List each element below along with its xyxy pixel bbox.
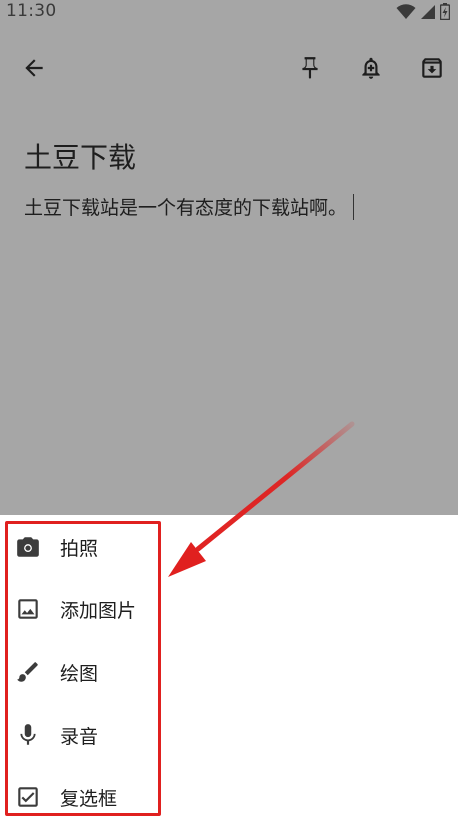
pin-button[interactable]	[294, 52, 326, 84]
back-button[interactable]	[18, 52, 50, 84]
menu-item-label: 添加图片	[60, 599, 137, 622]
wifi-icon	[396, 3, 416, 19]
menu-item-add-image[interactable]: 添加图片	[0, 579, 160, 639]
checkbox-icon	[15, 784, 41, 810]
microphone-icon	[15, 722, 41, 748]
menu-item-label: 绘图	[60, 662, 99, 685]
image-icon	[15, 596, 41, 622]
note-body[interactable]: 土豆下载站是一个有态度的下载站啊。	[24, 193, 355, 220]
dimmed-note-area[interactable]: 11:30 土豆下载 土豆下载站是一个有态度的下载站啊。	[0, 0, 458, 515]
brush-icon	[15, 659, 41, 685]
status-bar: 11:30	[0, 0, 458, 24]
menu-item-drawing[interactable]: 绘图	[0, 642, 160, 702]
menu-item-label: 拍照	[60, 537, 99, 560]
menu-item-checkbox[interactable]: 复选框	[0, 767, 160, 820]
note-title[interactable]: 土豆下载	[24, 136, 136, 176]
menu-item-recording[interactable]: 录音	[0, 705, 160, 765]
status-icons	[396, 3, 450, 20]
add-content-sheet: 拍照 添加图片 绘图 录音 复选框	[0, 515, 458, 820]
text-caret	[353, 193, 355, 220]
pin-icon	[302, 57, 318, 79]
reminder-button[interactable]	[355, 52, 387, 84]
add-reminder-icon	[362, 57, 380, 79]
battery-icon	[440, 3, 450, 20]
note-editor-screen: 11:30 土豆下载 土豆下载站是一个有态度的下载站啊。 拍照 添加图片 绘图 …	[0, 0, 458, 820]
menu-item-label: 录音	[60, 725, 99, 748]
arrow-back-icon	[25, 59, 43, 77]
note-body-text: 土豆下载站是一个有态度的下载站啊。	[24, 197, 348, 219]
archive-button[interactable]	[416, 52, 448, 84]
menu-item-label: 复选框	[60, 787, 118, 810]
archive-icon	[422, 58, 442, 78]
signal-icon	[421, 4, 435, 19]
menu-item-take-photo[interactable]: 拍照	[0, 517, 160, 577]
camera-icon	[15, 534, 41, 560]
status-time: 11:30	[6, 1, 57, 21]
